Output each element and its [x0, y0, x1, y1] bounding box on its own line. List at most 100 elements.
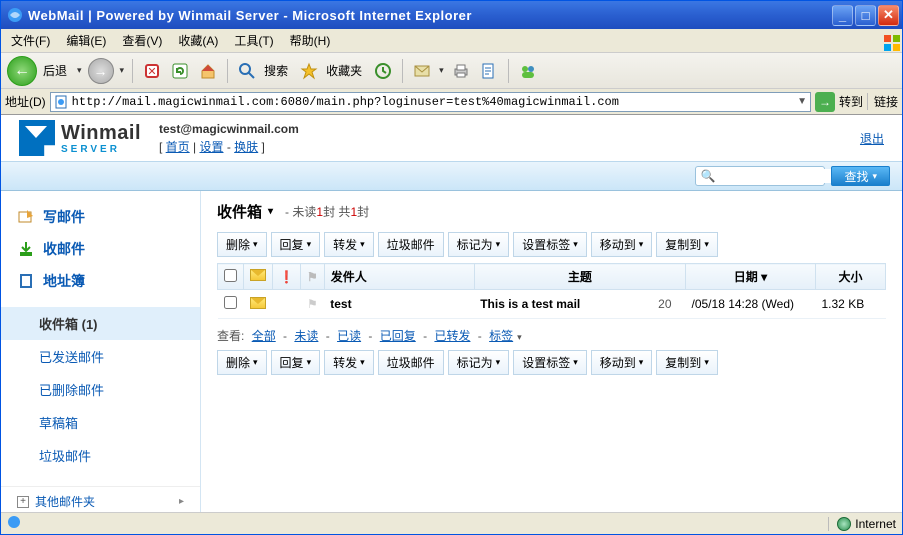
history-button[interactable] [372, 60, 394, 82]
receive-icon [17, 240, 35, 258]
search-box[interactable]: 🔍 [695, 166, 825, 186]
user-email: test@magicwinmail.com [159, 122, 299, 136]
btn-reply[interactable]: 回复▾ [271, 232, 321, 257]
view-forwarded[interactable]: 已转发 [434, 329, 470, 343]
mailbox-dropdown-icon[interactable]: ▾ [268, 206, 273, 217]
btn-copyto-b[interactable]: 复制到▾ [656, 350, 718, 375]
menu-favorites[interactable]: 收藏(A) [172, 30, 224, 51]
folder-sent[interactable]: 已发送邮件 [1, 340, 200, 373]
links-label[interactable]: 链接 [867, 93, 898, 110]
stop-button[interactable]: ✕ [141, 60, 163, 82]
url-input[interactable] [72, 95, 793, 109]
link-skin[interactable]: 换肤 [234, 140, 258, 154]
main-pane: 收件箱 ▾ - 未读1封 共1封 删除▾ 回复▾ 转发▾ 垃圾邮件 标记为▾ 设… [201, 191, 902, 512]
go-label: 转到 [839, 93, 863, 110]
btn-delete-b[interactable]: 删除▾ [217, 350, 267, 375]
btn-spam-b[interactable]: 垃圾邮件 [378, 350, 444, 375]
window-maximize-button[interactable]: □ [855, 5, 876, 26]
webmail-header: Winmail SERVER test@magicwinmail.com [ 首… [1, 115, 902, 161]
mail-toolbar-bottom: 删除▾ 回复▾ 转发▾ 垃圾邮件 标记为▾ 设置标签▾ 移动到▾ 复制到▾ [217, 350, 886, 375]
mail-toolbar-top: 删除▾ 回复▾ 转发▾ 垃圾邮件 标记为▾ 设置标签▾ 移动到▾ 复制到▾ [217, 232, 886, 257]
header-links: [ 首页 | 设置 - 换肤 ] [159, 138, 299, 155]
col-date[interactable]: 日期 ▾ [686, 264, 816, 290]
window-title: WebMail | Powered by Winmail Server - Mi… [28, 8, 832, 23]
link-settings[interactable]: 设置 [199, 140, 223, 154]
btn-moveto[interactable]: 移动到▾ [591, 232, 653, 257]
chevron-right-icon: ▸ [179, 496, 184, 507]
edit-button[interactable] [478, 60, 500, 82]
mail-button[interactable] [411, 60, 433, 82]
view-labels[interactable]: 标签 [489, 329, 513, 343]
view-all[interactable]: 全部 [252, 329, 276, 343]
ie-toolbar: ← 后退 ▾ → ▾ ✕ 搜索 收藏夹 ▾ [1, 53, 902, 89]
address-dropdown-icon[interactable]: ▼ [797, 96, 807, 107]
menu-edit[interactable]: 编辑(E) [60, 30, 112, 51]
back-button[interactable]: ← [7, 56, 37, 86]
row-checkbox[interactable] [224, 296, 237, 309]
col-subject[interactable]: 主题 [474, 264, 685, 290]
window-minimize-button[interactable]: _ [832, 5, 853, 26]
btn-reply-b[interactable]: 回复▾ [271, 350, 321, 375]
window-close-button[interactable]: ✕ [878, 5, 899, 26]
forward-button[interactable]: → [88, 58, 114, 84]
folder-list: 收件箱 (1) 已发送邮件 已删除邮件 草稿箱 垃圾邮件 [1, 307, 200, 472]
btn-markas-b[interactable]: 标记为▾ [448, 350, 510, 375]
search-label: 搜索 [264, 62, 288, 79]
col-flag-icon[interactable]: ⚑ [300, 264, 324, 290]
address-field[interactable]: ▼ [50, 92, 811, 112]
folder-spam[interactable]: 垃圾邮件 [1, 439, 200, 472]
folder-trash[interactable]: 已删除邮件 [1, 373, 200, 406]
btn-moveto-b[interactable]: 移动到▾ [591, 350, 653, 375]
view-read[interactable]: 已读 [337, 329, 361, 343]
view-replied[interactable]: 已回复 [380, 329, 416, 343]
folder-inbox[interactable]: 收件箱 (1) [1, 307, 200, 340]
btn-forward-b[interactable]: 转发▾ [324, 350, 374, 375]
logout-link[interactable]: 退出 [860, 130, 884, 147]
col-checkbox[interactable] [218, 264, 244, 290]
windows-logo-icon [876, 31, 896, 51]
btn-forward[interactable]: 转发▾ [324, 232, 374, 257]
menu-file[interactable]: 文件(F) [5, 30, 56, 51]
search-button[interactable]: 查找▾ [831, 166, 890, 186]
col-attachment-icon[interactable]: ❗ [273, 264, 301, 290]
expand-icon: + [17, 496, 29, 508]
back-dropdown-icon[interactable]: ▾ [77, 65, 82, 76]
messenger-button[interactable] [517, 60, 539, 82]
btn-markas[interactable]: 标记为▾ [448, 232, 510, 257]
print-button[interactable] [450, 60, 472, 82]
forward-dropdown-icon[interactable]: ▾ [120, 65, 125, 76]
cell-subject: This is a test mail20 [474, 290, 685, 319]
cell-sender: test [324, 290, 474, 319]
sidebar-compose[interactable]: 写邮件 [1, 201, 200, 233]
table-row[interactable]: ⚑ test This is a test mail20 /05/18 14:2… [218, 290, 886, 319]
refresh-button[interactable] [169, 60, 191, 82]
mailbox-title: 收件箱 [217, 201, 262, 222]
sidebar-contacts[interactable]: 地址簿 [1, 265, 200, 297]
svg-text:✕: ✕ [147, 66, 156, 78]
unread-icon [250, 297, 266, 309]
home-button[interactable] [197, 60, 219, 82]
view-unread[interactable]: 未读 [294, 329, 318, 343]
col-status-icon[interactable] [244, 264, 273, 290]
btn-copyto[interactable]: 复制到▾ [656, 232, 718, 257]
menu-view[interactable]: 查看(V) [116, 30, 168, 51]
col-sender[interactable]: 发件人 [324, 264, 474, 290]
cell-date: /05/18 14:28 (Wed) [686, 290, 816, 319]
view-filter-row: 查看: 全部 - 未读 - 已读 - 已回复 - 已转发 - 标签▾ [217, 327, 886, 344]
search-icon[interactable] [236, 60, 258, 82]
menu-tools[interactable]: 工具(T) [228, 30, 279, 51]
mail-dropdown-icon[interactable]: ▾ [439, 65, 444, 76]
sidebar-receive[interactable]: 收邮件 [1, 233, 200, 265]
go-button[interactable]: → [815, 92, 835, 112]
folder-drafts[interactable]: 草稿箱 [1, 406, 200, 439]
col-size[interactable]: 大小 [816, 264, 886, 290]
favorites-icon[interactable] [298, 60, 320, 82]
link-home[interactable]: 首页 [166, 140, 190, 154]
btn-spam[interactable]: 垃圾邮件 [378, 232, 444, 257]
btn-delete[interactable]: 删除▾ [217, 232, 267, 257]
btn-setlabel-b[interactable]: 设置标签▾ [513, 350, 587, 375]
ie-addressbar: 地址(D) ▼ → 转到 链接 [1, 89, 902, 115]
other-folders[interactable]: + 其他邮件夹 ▸ [1, 486, 200, 512]
menu-help[interactable]: 帮助(H) [284, 30, 337, 51]
btn-setlabel[interactable]: 设置标签▾ [513, 232, 587, 257]
